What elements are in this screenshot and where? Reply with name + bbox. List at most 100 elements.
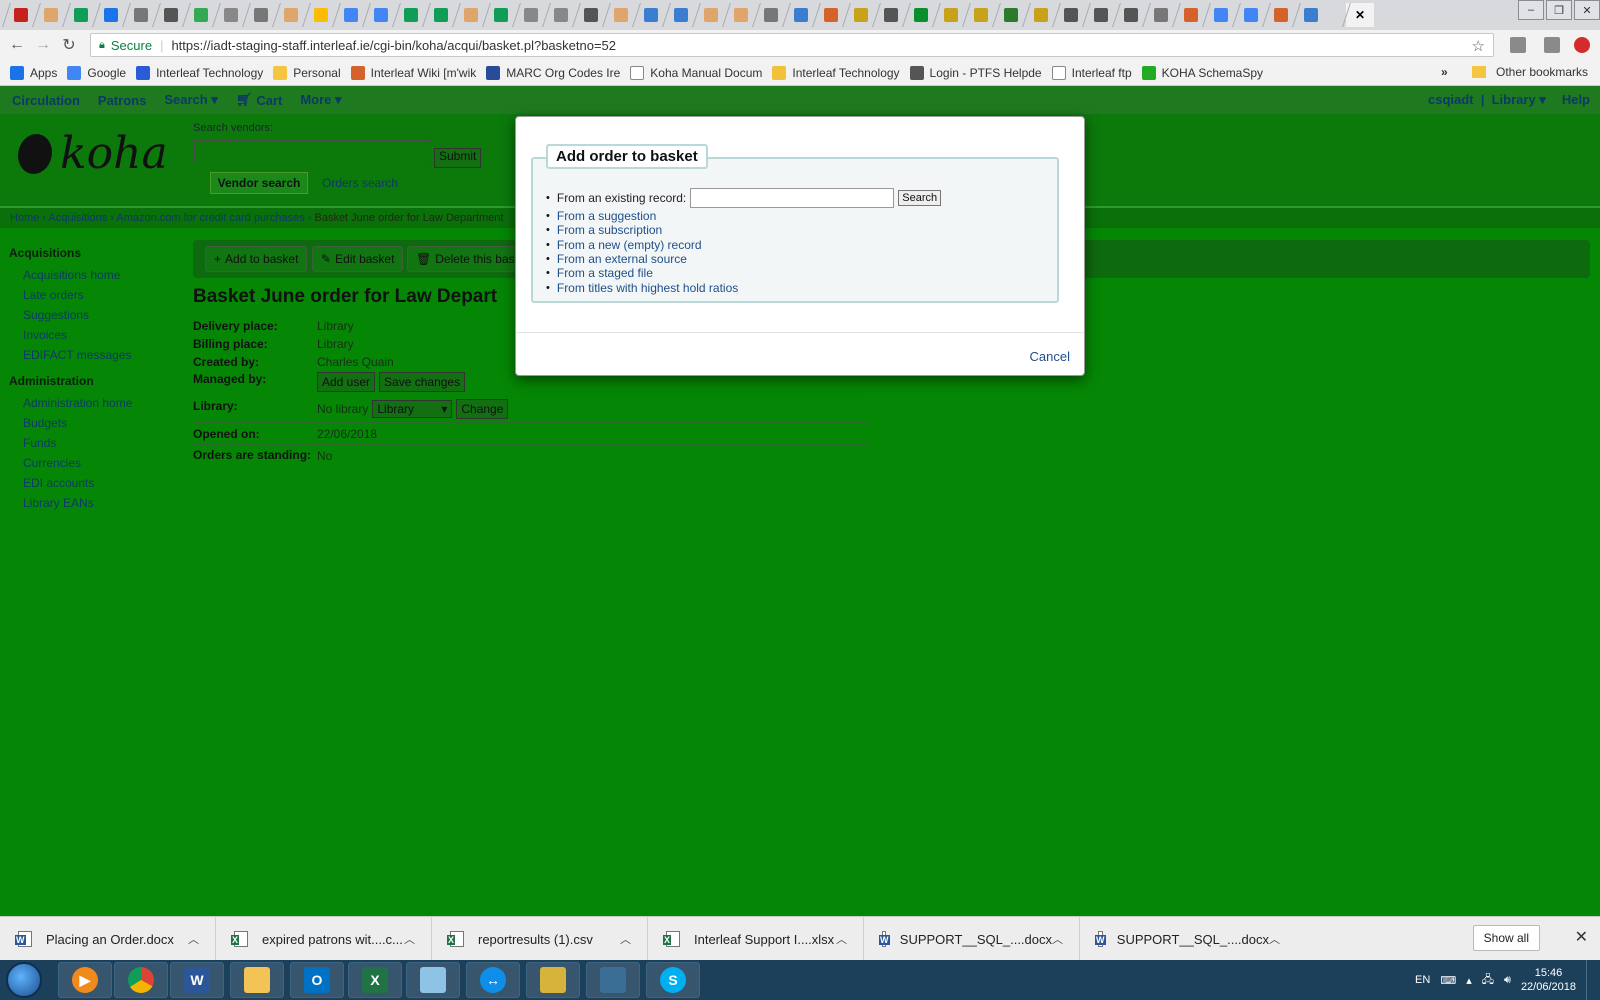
- sidebar-item-administration-home[interactable]: Administration home: [23, 394, 181, 414]
- browser-tab[interactable]: [816, 3, 846, 27]
- browser-tab[interactable]: [696, 3, 726, 27]
- chevron-up-icon[interactable]: ︿: [404, 931, 415, 947]
- browser-tab[interactable]: [456, 3, 486, 27]
- download-item[interactable]: SUPPORT__SQL_....docx ︿: [1080, 917, 1296, 961]
- browser-tab[interactable]: [276, 3, 306, 27]
- reload-icon[interactable]: ↻: [60, 36, 78, 54]
- browser-tab[interactable]: [786, 3, 816, 27]
- browser-tab[interactable]: [186, 3, 216, 27]
- back-icon[interactable]: ←: [8, 36, 26, 54]
- chevron-up-icon[interactable]: ︿: [188, 931, 199, 947]
- browser-tab[interactable]: [1236, 3, 1266, 27]
- extension-icon[interactable]: [1510, 37, 1526, 53]
- sidebar-item-library-eans[interactable]: Library EANs: [23, 494, 181, 514]
- bookmark-item[interactable]: Interleaf Technology: [772, 65, 900, 80]
- vendor-search-input[interactable]: [194, 140, 432, 164]
- bookmarks-overflow-button[interactable]: »: [1441, 65, 1448, 79]
- download-item[interactable]: Placing an Order.docx ︿: [0, 917, 216, 961]
- sql-workbench-icon[interactable]: [586, 962, 640, 998]
- existing-record-input[interactable]: [690, 188, 895, 208]
- bookmark-item[interactable]: Interleaf ftp: [1051, 65, 1132, 80]
- bookmark-item[interactable]: Google: [67, 65, 126, 80]
- browser-tab[interactable]: [36, 3, 66, 27]
- chrome-icon[interactable]: [114, 962, 168, 998]
- bookmark-item[interactable]: Personal: [273, 65, 341, 80]
- breadcrumb-acquisitions[interactable]: Acquisitions: [49, 212, 108, 224]
- start-button[interactable]: [6, 962, 42, 998]
- browser-tab[interactable]: [126, 3, 156, 27]
- bookmark-item[interactable]: MARC Org Codes Ire: [486, 65, 620, 80]
- browser-tab[interactable]: [96, 3, 126, 27]
- active-tab-close-icon[interactable]: ✕: [1346, 3, 1374, 27]
- browser-tab[interactable]: [1086, 3, 1116, 27]
- browser-tab[interactable]: [1146, 3, 1176, 27]
- browser-tab[interactable]: [156, 3, 186, 27]
- browser-tab[interactable]: [1206, 3, 1236, 27]
- browser-tab[interactable]: [756, 3, 786, 27]
- browser-tab[interactable]: [666, 3, 696, 27]
- word-icon[interactable]: W: [170, 962, 224, 998]
- sidebar-item-late-orders[interactable]: Late orders: [23, 286, 181, 306]
- browser-tab[interactable]: [936, 3, 966, 27]
- nav-patrons[interactable]: Patrons: [98, 93, 146, 108]
- edit-basket-button[interactable]: ✎ Edit basket: [312, 246, 404, 272]
- browser-tab[interactable]: [396, 3, 426, 27]
- breadcrumb-vendor[interactable]: Amazon.com for credit card purchases: [116, 212, 304, 224]
- browser-tab[interactable]: [1266, 3, 1296, 27]
- file-explorer-icon[interactable]: [230, 962, 284, 998]
- download-item[interactable]: SUPPORT__SQL_....docx ︿: [864, 917, 1080, 961]
- koha-logo[interactable]: koha: [18, 128, 168, 179]
- browser-tab[interactable]: [996, 3, 1026, 27]
- bookmark-item[interactable]: Koha Manual Docum: [630, 65, 762, 80]
- browser-tab[interactable]: [726, 3, 756, 27]
- adblock-icon[interactable]: [1574, 37, 1590, 53]
- tab-orders-search[interactable]: Orders search: [322, 176, 398, 190]
- download-item[interactable]: reportresults (1).csv ︿: [432, 917, 648, 961]
- download-item[interactable]: expired patrons wit....c... ︿: [216, 917, 432, 961]
- minimize-button[interactable]: –: [1518, 0, 1544, 20]
- sidebar-item-invoices[interactable]: Invoices: [23, 326, 181, 346]
- browser-tab[interactable]: [336, 3, 366, 27]
- option-external-source[interactable]: From an external source: [546, 252, 941, 266]
- chevron-up-icon[interactable]: ︿: [620, 931, 631, 947]
- sidebar-item-currencies[interactable]: Currencies: [23, 454, 181, 474]
- forward-icon[interactable]: →: [34, 36, 52, 54]
- save-changes-button[interactable]: Save changes: [379, 372, 466, 392]
- browser-tab[interactable]: [426, 3, 456, 27]
- logged-in-user[interactable]: csqiadt | Library ▾: [1428, 92, 1546, 108]
- browser-tab[interactable]: [66, 3, 96, 27]
- volume-icon[interactable]: 🔊︎: [1504, 974, 1511, 987]
- teamviewer-icon[interactable]: ↔: [466, 962, 520, 998]
- browser-tab[interactable]: [876, 3, 906, 27]
- bookmark-item[interactable]: Apps: [10, 65, 57, 80]
- clock[interactable]: 15:46 22/06/2018: [1521, 966, 1576, 994]
- sidebar-item-acquisitions-home[interactable]: Acquisitions home: [23, 266, 181, 286]
- browser-tab[interactable]: [606, 3, 636, 27]
- sidebar-item-edifact[interactable]: EDIFACT messages: [23, 346, 181, 366]
- nav-more[interactable]: More ▾: [300, 92, 341, 108]
- bookmark-item[interactable]: Interleaf Technology: [136, 65, 263, 80]
- browser-tab[interactable]: [846, 3, 876, 27]
- language-indicator[interactable]: EN: [1415, 974, 1430, 986]
- chevron-up-icon[interactable]: ︿: [1269, 931, 1280, 947]
- excel-icon[interactable]: X: [348, 962, 402, 998]
- nav-circulation[interactable]: Circulation: [12, 93, 80, 108]
- close-window-button[interactable]: ✕: [1574, 0, 1600, 20]
- nav-help[interactable]: Help: [1562, 92, 1590, 108]
- option-highest-hold-ratios[interactable]: From titles with highest hold ratios: [546, 280, 941, 295]
- restore-button[interactable]: ❐: [1546, 0, 1572, 20]
- browser-tab[interactable]: [1056, 3, 1086, 27]
- add-user-button[interactable]: Add user: [317, 372, 376, 392]
- option-new-empty-record[interactable]: From a new (empty) record: [546, 238, 941, 252]
- nav-search[interactable]: Search ▾: [164, 92, 218, 108]
- outlook-icon[interactable]: O: [290, 962, 344, 998]
- browser-tab[interactable]: [216, 3, 246, 27]
- close-icon[interactable]: ✕: [1575, 927, 1588, 947]
- notepad-icon[interactable]: [406, 962, 460, 998]
- change-library-button[interactable]: Change: [456, 399, 509, 419]
- browser-tab[interactable]: [966, 3, 996, 27]
- browser-tab[interactable]: [1176, 3, 1206, 27]
- browser-tab[interactable]: [486, 3, 516, 27]
- extension-icon[interactable]: [1544, 37, 1560, 53]
- browser-tab[interactable]: [1116, 3, 1146, 27]
